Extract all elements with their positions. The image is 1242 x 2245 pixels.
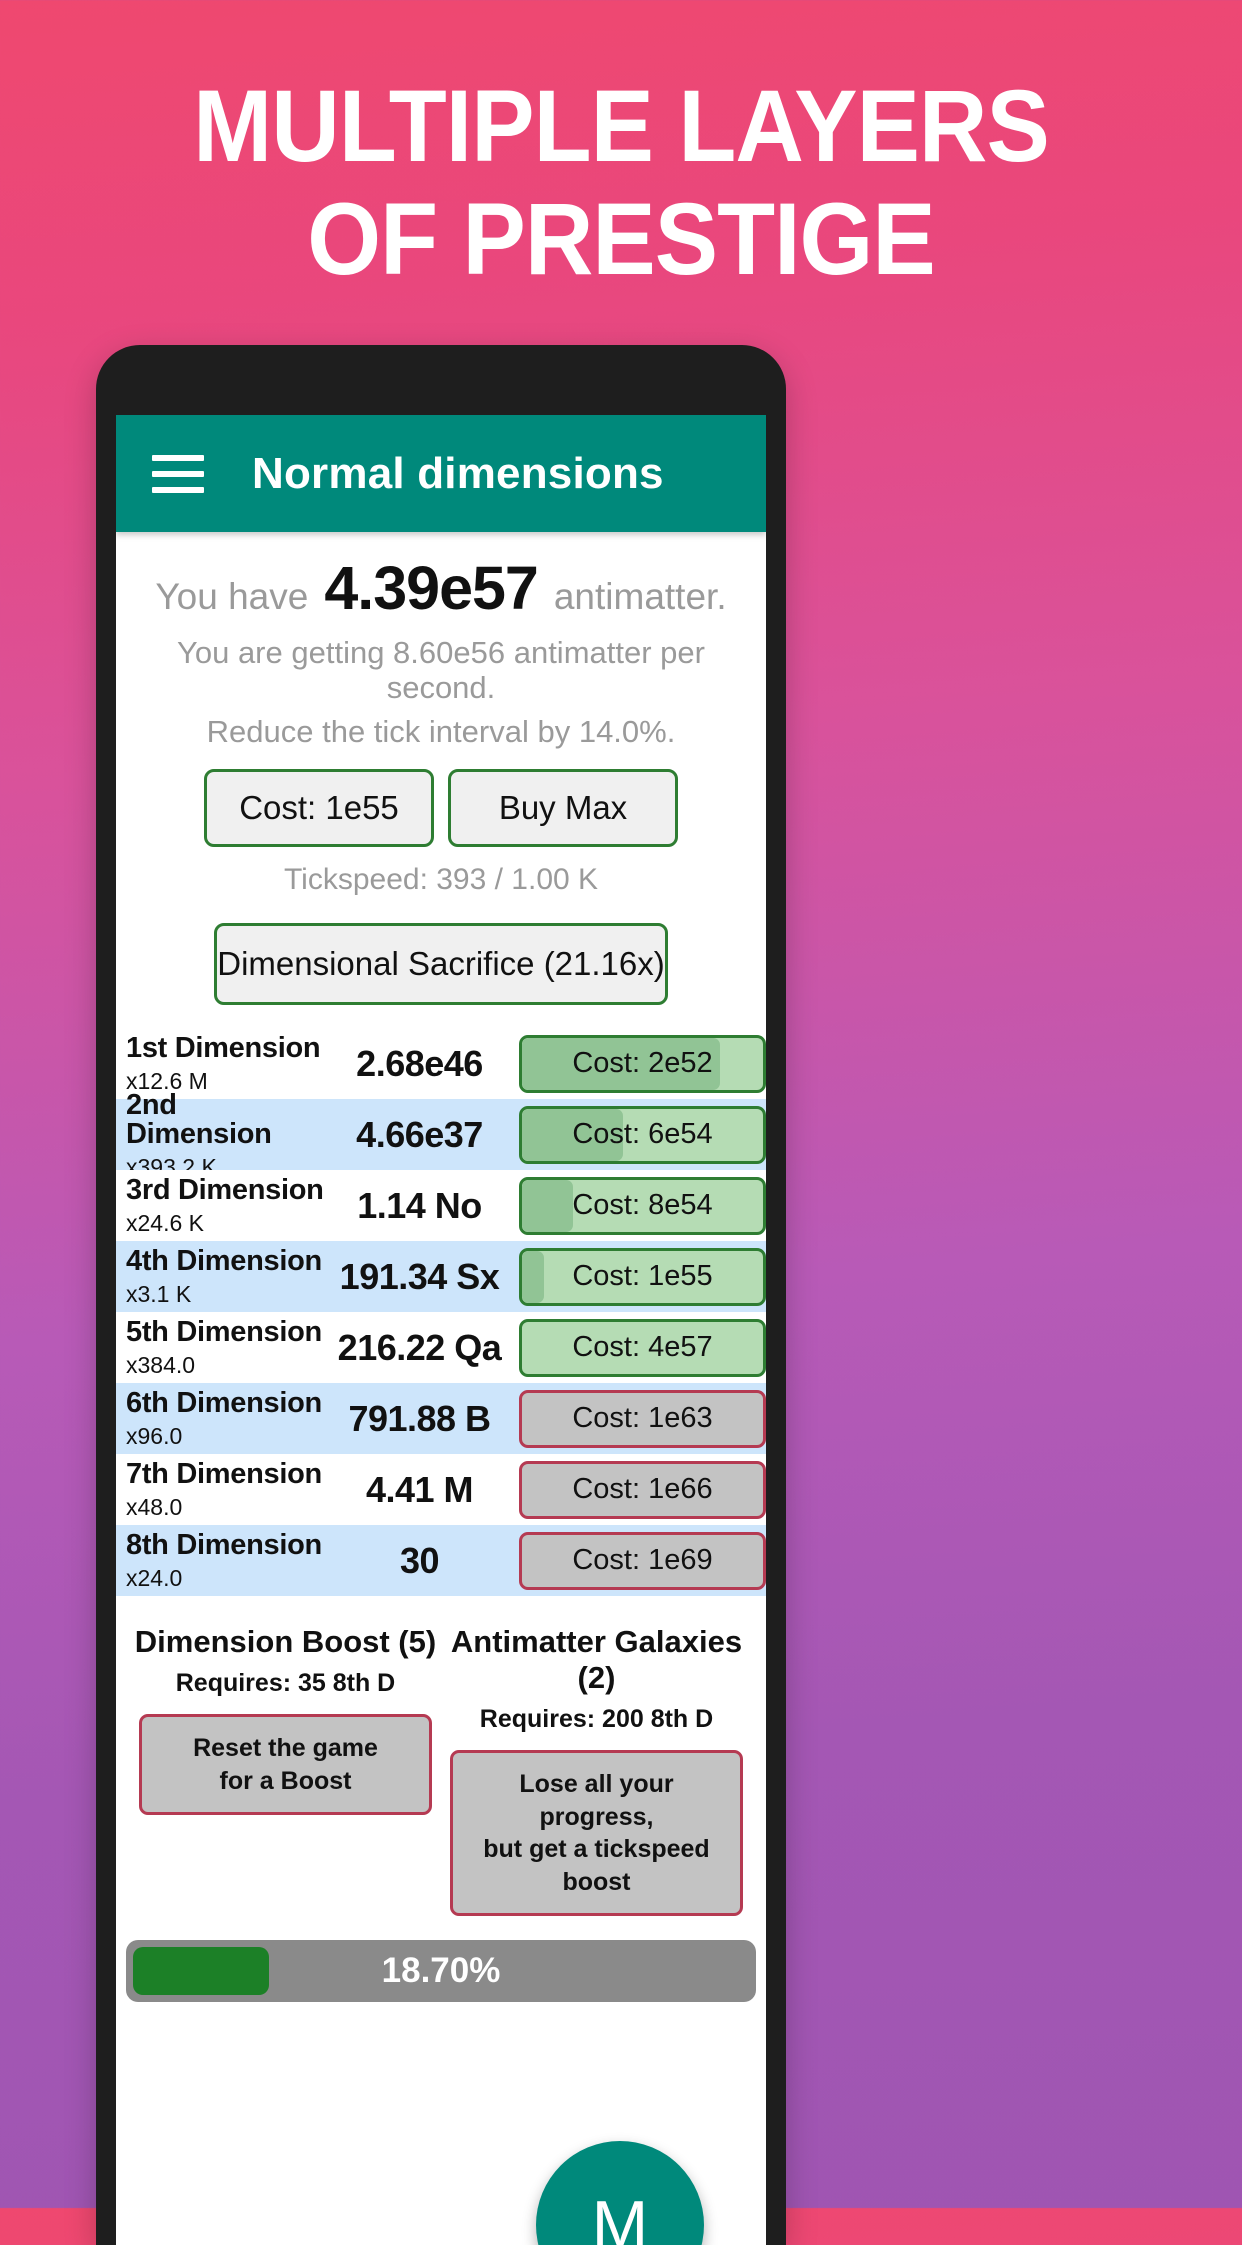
dimension-cost-label: Cost: 1e63 xyxy=(572,1402,713,1435)
dimension-title: 5th Dimension xyxy=(126,1316,322,1349)
dimension-boost-column: Dimension Boost (5) Requires: 35 8th D R… xyxy=(130,1624,441,1916)
dimension-name-cell: 1st Dimension x12.6 M xyxy=(126,1034,326,1093)
antimatter-amount: 4.39e57 xyxy=(324,554,538,622)
dimension-list: 1st Dimension x12.6 M 2.68e46 Cost: 2e52 2nd… xyxy=(116,1028,766,1597)
dimension-multiplier: x3.1 K xyxy=(126,1281,192,1308)
dimension-title: 4th Dimension xyxy=(126,1245,322,1278)
tickspeed-cost-button[interactable]: Cost: 1e55 xyxy=(204,769,434,848)
have-suffix: antimatter. xyxy=(553,576,727,617)
dimension-buy-button[interactable]: Cost: 1e55 xyxy=(519,1247,766,1306)
dimension-boost-requirement: Requires: 35 8th D xyxy=(175,1669,396,1698)
milestones-fab-button[interactable]: M xyxy=(536,2141,704,2245)
dimension-title: 3rd Dimension xyxy=(126,1174,324,1207)
dimension-name-cell: 6th Dimension x96.0 xyxy=(126,1389,326,1448)
dimension-buy-progress-fill xyxy=(522,1179,573,1232)
dimension-cost-label: Cost: 1e66 xyxy=(572,1473,713,1506)
dimension-name-cell: 4th Dimension x3.1 K xyxy=(126,1247,326,1306)
promo-headline: MULTIPLE LAYERS OF PRESTIGE xyxy=(43,69,1198,296)
tickspeed-info: Tickspeed: 393 / 1.00 K xyxy=(283,863,599,897)
antimatter-galaxies-column: Antimatter Galaxies (2) Requires: 200 8t… xyxy=(441,1624,752,1917)
dimension-amount: 1.14 No xyxy=(357,1184,482,1226)
dimension-name-cell: 2nd Dimension x393.2 K xyxy=(126,1088,326,1179)
promo-line-1: MULTIPLE LAYERS xyxy=(193,69,1050,183)
dimension-buy-button[interactable]: Cost: 4e57 xyxy=(519,1318,766,1377)
dimension-name-cell: 5th Dimension x384.0 xyxy=(126,1318,326,1377)
dimension-buy-button[interactable]: Cost: 1e66 xyxy=(519,1460,766,1519)
dimension-multiplier: x48.0 xyxy=(126,1494,183,1521)
page-title: Normal dimensions xyxy=(252,448,664,498)
have-prefix: You have xyxy=(155,576,309,617)
prestige-section: Dimension Boost (5) Requires: 35 8th D R… xyxy=(116,1624,766,1917)
dimension-buy-button[interactable]: Cost: 1e69 xyxy=(519,1531,766,1590)
dimension-cost-label: Cost: 8e54 xyxy=(572,1189,713,1222)
dimension-amount: 791.88 B xyxy=(348,1397,491,1439)
dimension-amount: 191.34 Sx xyxy=(339,1255,500,1297)
dimension-multiplier: x24.0 xyxy=(126,1565,183,1592)
dimension-amount: 2.68e46 xyxy=(356,1042,483,1084)
dimension-name-cell: 8th Dimension x24.0 xyxy=(126,1531,326,1590)
dimension-cost-label: Cost: 6e54 xyxy=(572,1118,713,1151)
dimension-boost-button[interactable]: Reset the game for a Boost xyxy=(139,1714,432,1816)
progress-bar-label: 18.70% xyxy=(381,1951,501,1991)
antimatter-galaxies-title: Antimatter Galaxies (2) xyxy=(450,1624,743,1696)
dimension-buy-button[interactable]: Cost: 8e54 xyxy=(519,1176,766,1235)
dimension-row: 3rd Dimension x24.6 K 1.14 No Cost: 8e54 xyxy=(116,1170,766,1242)
antimatter-galaxies-requirement: Requires: 200 8th D xyxy=(479,1705,714,1734)
dimension-boost-title: Dimension Boost (5) xyxy=(134,1624,437,1660)
antimatter-rate: You are getting 8.60e56 antimatter per s… xyxy=(177,635,705,705)
dimension-buy-button[interactable]: Cost: 1e63 xyxy=(519,1389,766,1448)
stats-block: You have 4.39e57 antimatter. You are get… xyxy=(116,532,766,1006)
dimension-cost-label: Cost: 1e55 xyxy=(572,1260,713,1293)
tickspeed-buttons: Cost: 1e55 Buy Max xyxy=(130,769,752,848)
dimension-row: 6th Dimension x96.0 791.88 B Cost: 1e63 xyxy=(116,1383,766,1455)
antimatter-galaxies-button-line1: Lose all your progress, xyxy=(519,1770,674,1831)
dimension-row: 2nd Dimension x393.2 K 4.66e37 Cost: 6e54 xyxy=(116,1090,766,1178)
dimension-amount: 4.41 M xyxy=(365,1468,474,1510)
dimension-title: 2nd Dimension xyxy=(126,1088,272,1150)
dimension-multiplier: x384.0 xyxy=(126,1352,196,1379)
promo-line-2: OF PRESTIGE xyxy=(307,181,935,296)
dimension-row: 5th Dimension x384.0 216.22 Qa Cost: 4e57 xyxy=(116,1312,766,1384)
dimension-multiplier: x24.6 K xyxy=(126,1210,204,1237)
buy-max-button[interactable]: Buy Max xyxy=(448,769,678,848)
dimension-boost-button-line1: Reset the game xyxy=(193,1734,378,1763)
dimension-name-cell: 7th Dimension x48.0 xyxy=(126,1460,326,1519)
antimatter-line: You have 4.39e57 antimatter. xyxy=(130,558,752,619)
dimension-row: 7th Dimension x48.0 4.41 M Cost: 1e66 xyxy=(116,1454,766,1526)
hamburger-menu-icon[interactable] xyxy=(152,454,204,493)
dimension-cost-label: Cost: 4e57 xyxy=(572,1331,713,1364)
dimension-row: 8th Dimension x24.0 30 Cost: 1e69 xyxy=(116,1525,766,1597)
dimensional-sacrifice-button[interactable]: Dimensional Sacrifice (21.16x) xyxy=(214,923,668,1006)
phone-mockup: Normal dimensions You have 4.39e57 antim… xyxy=(96,345,786,2245)
antimatter-galaxies-button[interactable]: Lose all your progress, but get a ticksp… xyxy=(450,1750,743,1917)
dimension-name-cell: 3rd Dimension x24.6 K xyxy=(126,1176,326,1235)
dimension-row: 4th Dimension x3.1 K 191.34 Sx Cost: 1e55 xyxy=(116,1241,766,1313)
progress-bar: 18.70% xyxy=(126,1940,756,2003)
dimension-boost-button-line2: for a Boost xyxy=(219,1766,352,1795)
dimension-cost-label: Cost: 2e52 xyxy=(572,1047,713,1080)
dimension-buy-progress-fill xyxy=(522,1250,544,1303)
dimension-title: 6th Dimension xyxy=(126,1387,322,1420)
dimension-amount: 4.66e37 xyxy=(356,1113,483,1155)
dimension-buy-button[interactable]: Cost: 2e52 xyxy=(519,1034,766,1093)
dimension-title: 8th Dimension xyxy=(126,1529,322,1562)
dimension-buy-button[interactable]: Cost: 6e54 xyxy=(519,1105,766,1164)
dimension-multiplier: x96.0 xyxy=(126,1423,183,1450)
dimension-title: 7th Dimension xyxy=(126,1458,322,1491)
dimension-cost-label: Cost: 1e69 xyxy=(572,1544,713,1577)
dimension-row: 1st Dimension x12.6 M 2.68e46 Cost: 2e52 xyxy=(116,1028,766,1100)
dimension-amount: 30 xyxy=(399,1539,440,1581)
app-bar: Normal dimensions xyxy=(116,415,766,532)
sacrifice-row: Dimensional Sacrifice (21.16x) xyxy=(130,923,752,1006)
progress-bar-fill xyxy=(133,1947,269,1996)
antimatter-galaxies-button-line2: but get a tickspeed boost xyxy=(483,1835,710,1896)
dimension-amount: 216.22 Qa xyxy=(337,1326,502,1368)
dimension-title: 1st Dimension xyxy=(126,1032,321,1065)
phone-screen: Normal dimensions You have 4.39e57 antim… xyxy=(116,415,766,2245)
tick-interval-text: Reduce the tick interval by 14.0%. xyxy=(206,714,676,750)
